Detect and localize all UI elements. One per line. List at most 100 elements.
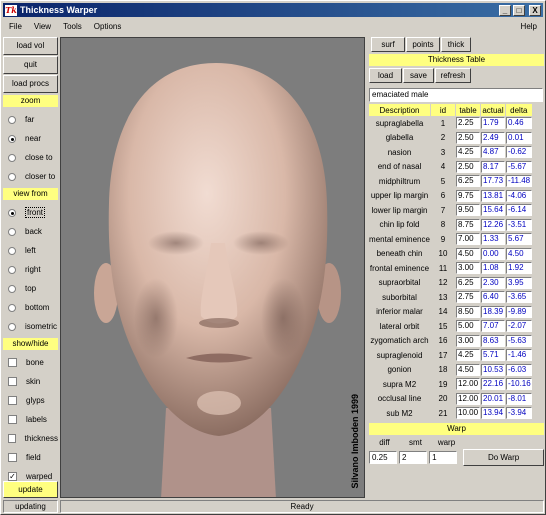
tab-points[interactable]: points [406,37,440,52]
load-procs-button[interactable]: load procs [3,75,58,93]
menu-options[interactable]: Options [88,22,128,31]
table-field[interactable]: 4.25 [456,349,480,362]
cell-actual[interactable]: 1.08 [481,261,505,276]
menu-view[interactable]: View [28,22,57,31]
actual-field[interactable]: 0.00 [481,247,505,260]
cell-table[interactable]: 9.75 [456,189,480,204]
delta-field[interactable]: -3.51 [506,218,532,231]
cell-table[interactable]: 7.00 [456,232,480,247]
cell-delta[interactable]: -6.14 [506,203,532,218]
table-field[interactable]: 2.75 [456,291,480,304]
cell-actual[interactable]: 4.87 [481,145,505,160]
table-field[interactable]: 3.00 [456,334,480,347]
cell-table[interactable]: 4.25 [456,348,480,363]
cell-table[interactable]: 6.25 [456,174,480,189]
render-viewport[interactable]: Silvano Imboden 1999 [60,37,365,498]
delta-field[interactable]: -3.94 [506,407,532,420]
view-option-isometric[interactable]: isometric [3,317,58,336]
cell-actual[interactable]: 6.40 [481,290,505,305]
view-option-back[interactable]: back [3,222,58,241]
checkbox-icon[interactable] [8,415,17,424]
zoom-option-close-to[interactable]: close to [3,148,58,167]
delta-field[interactable]: -11.48 [506,175,532,188]
menu-help[interactable]: Help [515,22,543,31]
load-button[interactable]: load [369,68,402,83]
tk-app-icon[interactable]: Tk [5,4,17,16]
cell-actual[interactable]: 22.16 [481,377,505,392]
actual-field[interactable]: 4.87 [481,146,505,159]
actual-field[interactable]: 7.07 [481,320,505,333]
cell-actual[interactable]: 2.30 [481,276,505,291]
cell-actual[interactable]: 13.81 [481,189,505,204]
cell-table[interactable]: 8.75 [456,218,480,233]
table-field[interactable]: 3.00 [456,262,480,275]
cell-table[interactable]: 10.00 [456,406,480,421]
cell-actual[interactable]: 7.07 [481,319,505,334]
checkbox-icon[interactable] [8,434,16,443]
title-bar[interactable]: Tk Thickness Warper _ □ X [3,3,543,17]
delta-field[interactable]: 3.95 [506,276,532,289]
menu-file[interactable]: File [3,22,28,31]
table-field[interactable]: 6.25 [456,175,480,188]
table-field[interactable]: 2.50 [456,160,480,173]
checkbox-checked-icon[interactable]: ✓ [8,472,17,481]
actual-field[interactable]: 8.17 [481,160,505,173]
cell-actual[interactable]: 17.73 [481,174,505,189]
actual-field[interactable]: 2.49 [481,131,505,144]
actual-field[interactable]: 15.64 [481,204,505,217]
cell-table[interactable]: 4.50 [456,247,480,262]
cell-delta[interactable]: -4.06 [506,189,532,204]
radio-icon[interactable] [8,284,16,293]
quit-button[interactable]: quit [3,56,58,74]
delta-field[interactable]: -8.01 [506,392,532,405]
tab-thick[interactable]: thick [441,37,471,52]
actual-field[interactable]: 6.40 [481,291,505,304]
cell-delta[interactable]: -0.62 [506,145,532,160]
cell-table[interactable]: 2.75 [456,290,480,305]
view-option-bottom[interactable]: bottom [3,298,58,317]
table-field[interactable]: 9.75 [456,189,480,202]
cell-delta[interactable]: 0.01 [506,131,532,146]
do-warp-button[interactable]: Do Warp [463,449,544,466]
delta-field[interactable]: -6.14 [506,204,532,217]
view-option-right[interactable]: right [3,260,58,279]
show-thickness-toggle[interactable]: thickness [3,429,58,448]
actual-field[interactable]: 17.73 [481,175,505,188]
cell-actual[interactable]: 0.00 [481,247,505,262]
actual-field[interactable]: 1.33 [481,233,505,246]
table-field[interactable]: 4.25 [456,146,480,159]
cell-table[interactable]: 12.00 [456,377,480,392]
show-bone-toggle[interactable]: bone [3,353,58,372]
cell-table[interactable]: 3.00 [456,334,480,349]
checkbox-icon[interactable] [8,396,17,405]
view-option-left[interactable]: left [3,241,58,260]
delta-field[interactable]: 5.67 [506,233,532,246]
view-option-top[interactable]: top [3,279,58,298]
actual-field[interactable]: 13.94 [481,407,505,420]
table-field[interactable]: 12.00 [456,378,480,391]
table-field[interactable]: 12.00 [456,392,480,405]
cell-actual[interactable]: 1.33 [481,232,505,247]
table-field[interactable]: 6.25 [456,276,480,289]
actual-field[interactable]: 1.79 [481,117,505,130]
radio-icon[interactable] [8,115,16,124]
refresh-button[interactable]: refresh [435,68,471,83]
delta-field[interactable]: -0.62 [506,146,532,159]
cell-delta[interactable]: -3.51 [506,218,532,233]
cell-delta[interactable]: -2.07 [506,319,532,334]
delta-field[interactable]: 0.46 [506,117,532,130]
close-button[interactable]: X [529,4,541,16]
actual-field[interactable]: 13.81 [481,189,505,202]
actual-field[interactable]: 10.53 [481,363,505,376]
actual-field[interactable]: 8.63 [481,334,505,347]
radio-selected-icon[interactable] [8,208,16,217]
zoom-option-near[interactable]: near [3,129,58,148]
actual-field[interactable]: 5.71 [481,349,505,362]
load-vol-button[interactable]: load vol [3,37,58,55]
cell-delta[interactable]: -3.65 [506,290,532,305]
warp-smt-input[interactable]: 2 [399,451,428,464]
cell-actual[interactable]: 12.26 [481,218,505,233]
delta-field[interactable]: -2.07 [506,320,532,333]
radio-icon[interactable] [8,172,16,181]
cell-table[interactable]: 2.50 [456,131,480,146]
